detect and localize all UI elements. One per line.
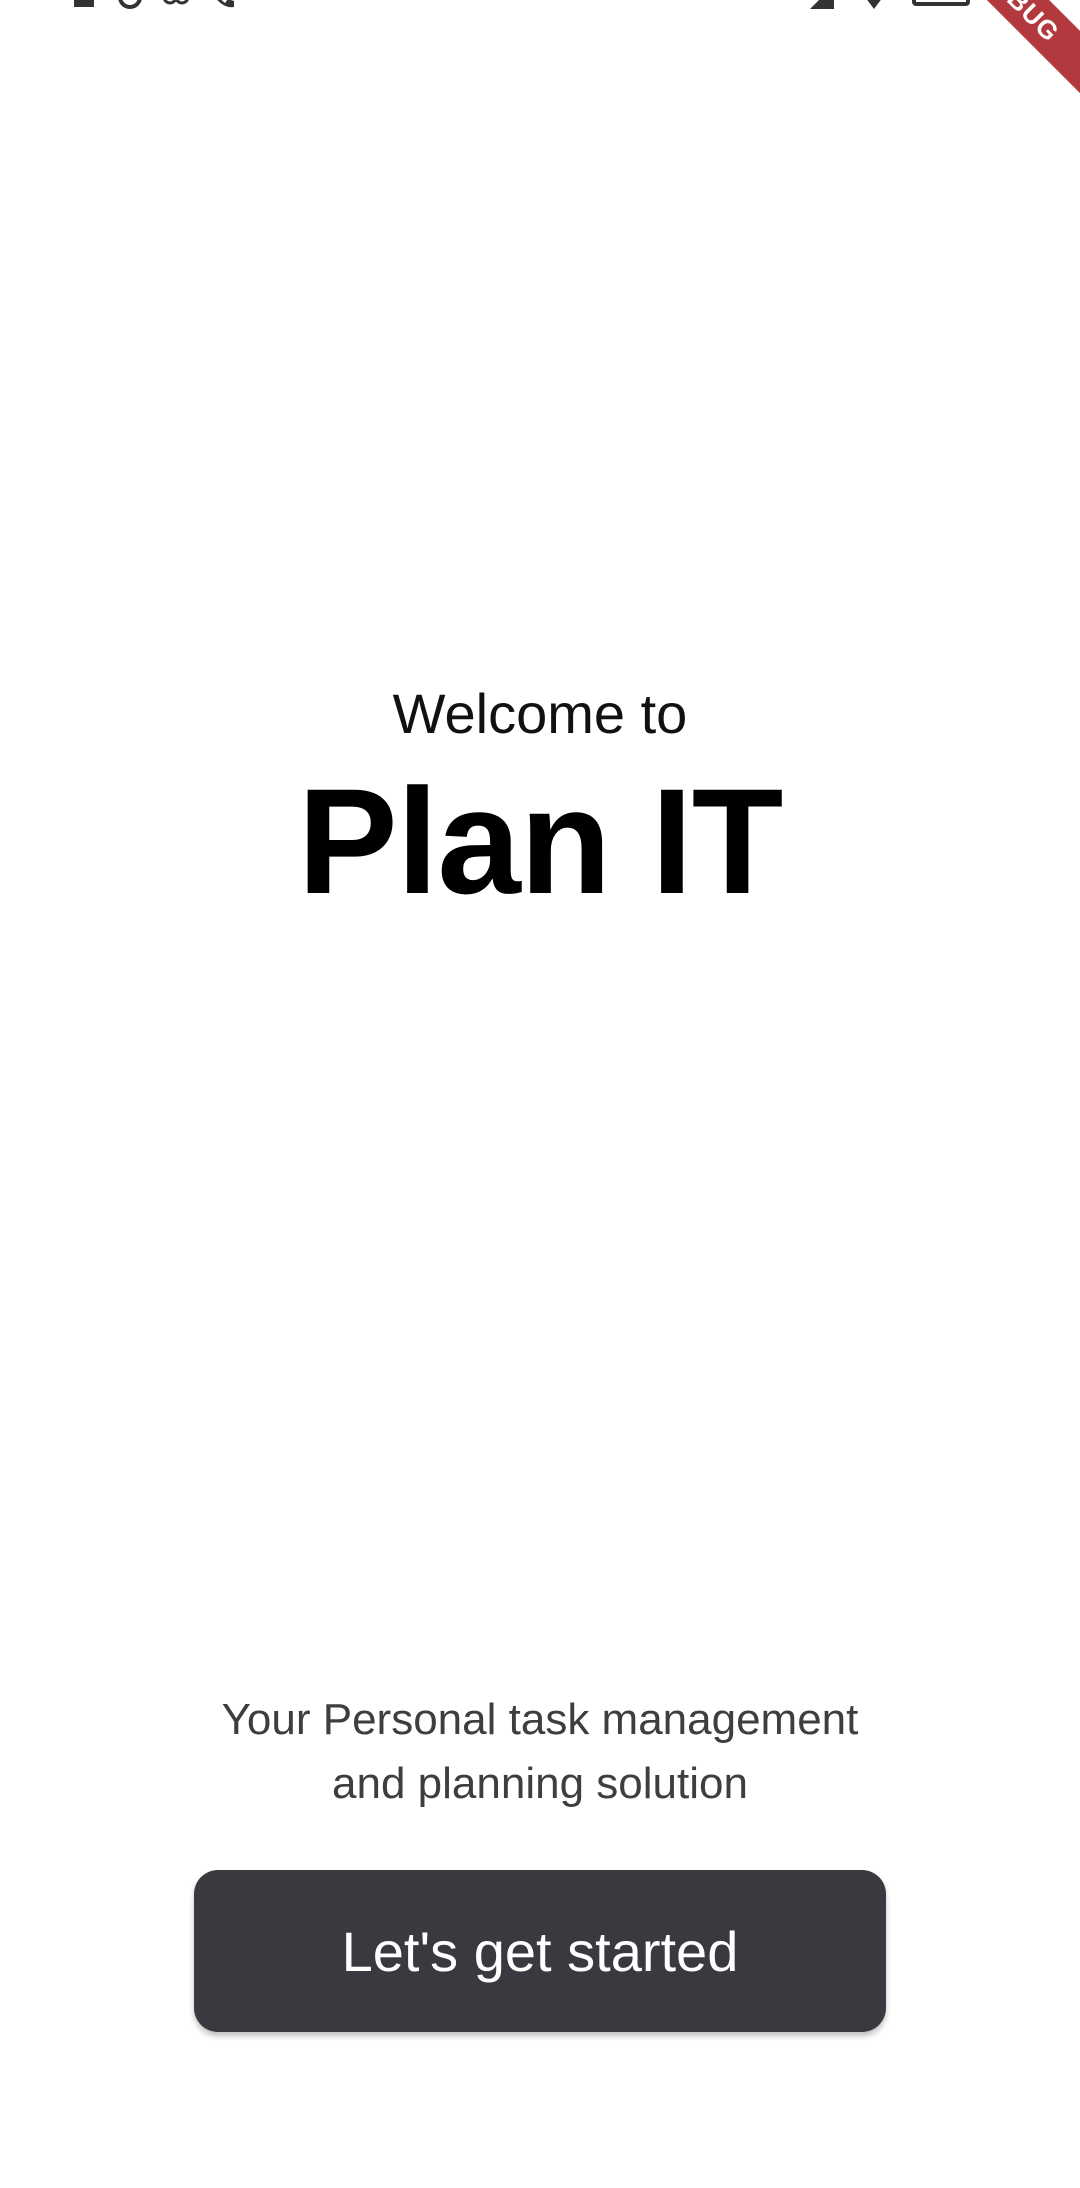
get-started-button[interactable]: Let's get started bbox=[194, 1870, 886, 2032]
status-bar bbox=[0, 0, 1080, 12]
app-title: Plan IT bbox=[297, 757, 784, 926]
debug-banner: DEBUG bbox=[912, 0, 1080, 110]
notification-icon bbox=[70, 0, 98, 7]
welcome-screen: DEBUG Welcome to Plan IT Your Personal t… bbox=[0, 0, 1080, 2188]
alarm-icon bbox=[116, 0, 144, 9]
battery-icon bbox=[912, 0, 970, 6]
tagline-line-1: Your Personal task management bbox=[221, 1695, 859, 1744]
welcome-heading: Welcome to Plan IT bbox=[0, 680, 1080, 928]
tagline-line-2: and planning solution bbox=[332, 1759, 748, 1808]
status-bar-left bbox=[0, 0, 236, 9]
wifi-icon bbox=[860, 0, 888, 9]
welcome-subtitle: Welcome to bbox=[392, 682, 688, 745]
signal-icon bbox=[808, 0, 836, 9]
call-icon bbox=[208, 0, 236, 8]
tagline: Your Personal task management and planni… bbox=[0, 1688, 1080, 1816]
voicemail-icon bbox=[162, 0, 190, 6]
